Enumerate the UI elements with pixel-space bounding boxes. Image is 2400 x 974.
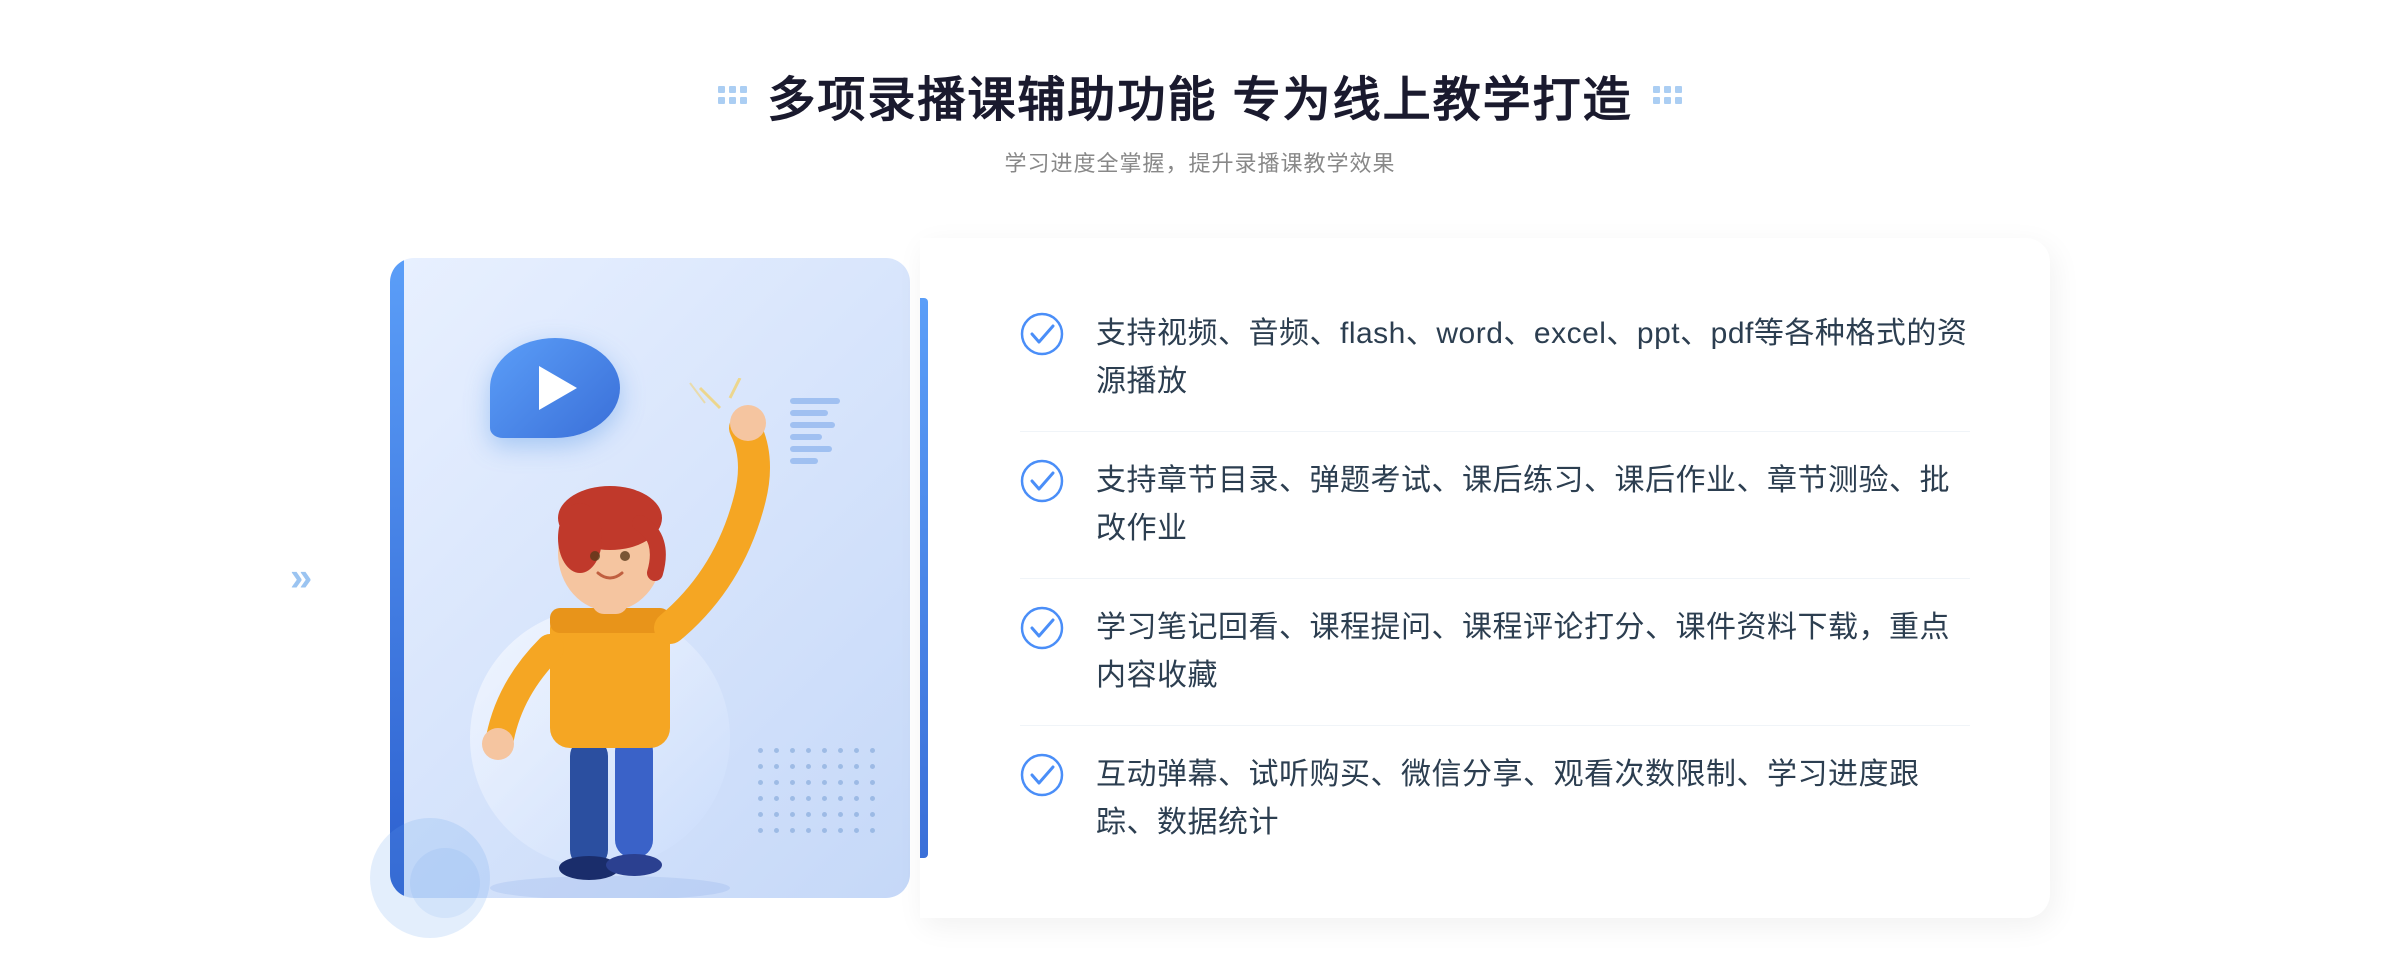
bottom-circle-small — [410, 848, 480, 918]
header-dots-right-decoration — [1653, 86, 1682, 104]
page-wrapper: 多项录播课辅助功能 专为线上教学打造 学习进度全掌握，提升录播课教学效果 » — [0, 0, 2400, 974]
person-figure — [440, 378, 780, 898]
header-section: 多项录播课辅助功能 专为线上教学打造 学习进度全掌握，提升录播课教学效果 — [718, 60, 1681, 178]
illustration-area — [350, 238, 930, 918]
divider-3 — [1020, 725, 1970, 726]
feature-text-4: 互动弹幕、试听购买、微信分享、观看次数限制、学习进度跟踪、数据统计 — [1096, 751, 1970, 847]
feature-text-3: 学习笔记回看、课程提问、课程评论打分、课件资料下载，重点内容收藏 — [1096, 604, 1970, 700]
chevrons-left-decoration: » — [290, 556, 312, 601]
feature-text-1: 支持视频、音频、flash、word、excel、ppt、pdf等各种格式的资源… — [1096, 310, 1970, 406]
divider-2 — [1020, 578, 1970, 579]
feature-item-2: 支持章节目录、弹题考试、课后练习、课后作业、章节测验、批改作业 — [1020, 439, 1970, 571]
feature-item-4: 互动弹幕、试听购买、微信分享、观看次数限制、学习进度跟踪、数据统计 — [1020, 733, 1970, 865]
header-dots-left-decoration — [718, 86, 747, 104]
illustration-background — [390, 258, 910, 898]
title-row: 多项录播课辅助功能 专为线上教学打造 — [718, 60, 1681, 130]
feature-text-2: 支持章节目录、弹题考试、课后练习、课后作业、章节测验、批改作业 — [1096, 457, 1970, 553]
blue-side-panel — [390, 258, 404, 898]
check-circle-icon-3 — [1020, 606, 1064, 650]
content-area: » — [350, 238, 2050, 918]
main-title: 多项录播课辅助功能 专为线上教学打造 — [767, 60, 1632, 130]
stripes-decoration — [790, 398, 840, 498]
divider-1 — [1020, 431, 1970, 432]
feature-item-3: 学习笔记回看、课程提问、课程评论打分、课件资料下载，重点内容收藏 — [1020, 586, 1970, 718]
check-circle-icon-1 — [1020, 312, 1064, 356]
subtitle: 学习进度全掌握，提升录播课教学效果 — [1004, 146, 1395, 178]
features-accent-bar — [920, 298, 928, 858]
feature-item-1: 支持视频、音频、flash、word、excel、ppt、pdf等各种格式的资源… — [1020, 292, 1970, 424]
check-circle-icon-2 — [1020, 459, 1064, 503]
check-circle-icon-4 — [1020, 753, 1064, 797]
features-panel: 支持视频、音频、flash、word、excel、ppt、pdf等各种格式的资源… — [920, 238, 2050, 918]
